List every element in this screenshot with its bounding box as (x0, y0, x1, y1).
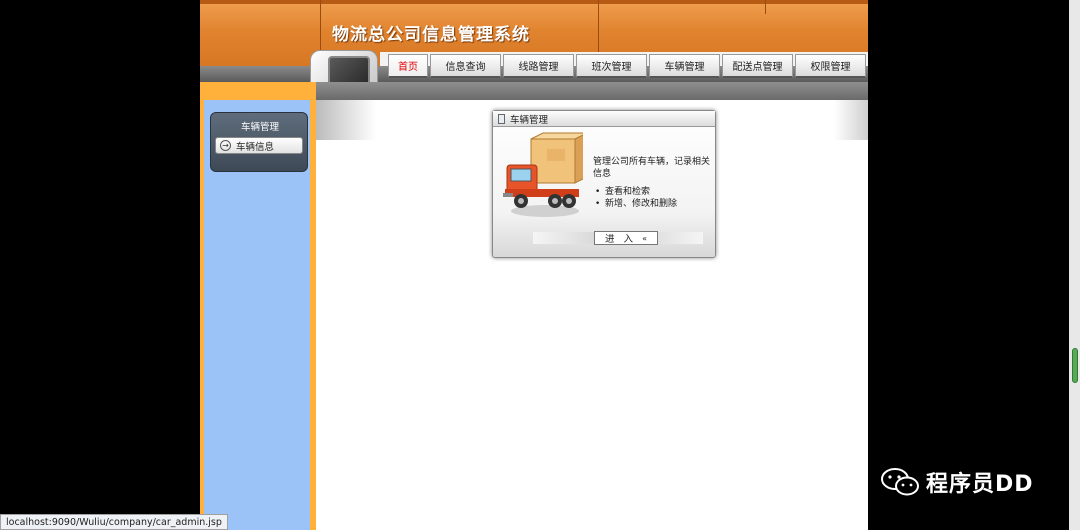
scrollbar[interactable] (1069, 0, 1080, 530)
tab-route-management[interactable]: 线路管理 (503, 54, 574, 78)
vehicle-management-panel: 车辆管理 管理公司所有车辆，记录相关信息 查看和检索 新增、修改和删除 进 入 … (492, 110, 716, 258)
chevron-left-icon: « (642, 233, 647, 243)
gray-band (316, 82, 868, 100)
tab-home[interactable]: 首页 (388, 54, 428, 78)
header-divider (320, 0, 321, 52)
panel-description: 管理公司所有车辆，记录相关信息 (593, 157, 711, 179)
list-item: 查看和检索 (593, 186, 677, 198)
main-nav: 首页 信息查询 线路管理 班次管理 车辆管理 配送点管理 权限管理 (388, 54, 866, 78)
scrollbar-thumb[interactable] (1072, 348, 1078, 383)
tab-delivery-point-management[interactable]: 配送点管理 (722, 54, 793, 78)
sidebar-title: 车辆管理 (240, 122, 279, 133)
enter-button-label: 进 入 (605, 234, 637, 245)
watermark: 程序员DD (880, 466, 1034, 498)
panel-feature-list: 查看和检索 新增、修改和删除 (593, 186, 677, 210)
wechat-icon (881, 468, 919, 496)
sidebar-item-vehicle-info[interactable]: → 车辆信息 (215, 137, 303, 154)
list-item: 新增、修改和删除 (593, 198, 677, 210)
arrow-right-icon: → (220, 140, 231, 151)
content-shadow (834, 100, 868, 140)
app-title: 物流总公司信息管理系统 (332, 25, 530, 45)
tab-permission-management[interactable]: 权限管理 (795, 54, 866, 78)
tab-shift-management[interactable]: 班次管理 (576, 54, 647, 78)
panel-title: 车辆管理 (510, 114, 549, 126)
watermark-text: 程序员DD (926, 472, 1034, 497)
tab-vehicle-management[interactable]: 车辆管理 (649, 54, 720, 78)
document-icon (498, 113, 505, 124)
header-top-line (200, 0, 868, 4)
truck-icon (503, 132, 583, 217)
status-bar-url: localhost:9090/Wuliu/company/car_admin.j… (0, 514, 228, 530)
header-divider (765, 0, 766, 14)
enter-button[interactable]: 进 入 « (594, 231, 658, 245)
content-shadow (316, 100, 376, 140)
header-divider (598, 0, 599, 52)
app-page: 物流总公司信息管理系统 首页 信息查询 线路管理 班次管理 车辆管理 配送点管理… (200, 0, 868, 530)
sidebar-menu: 车辆管理 → 车辆信息 (210, 112, 308, 172)
panel-header: 车辆管理 (493, 111, 715, 127)
tab-info-query[interactable]: 信息查询 (430, 54, 501, 78)
sidebar-item-label: 车辆信息 (236, 141, 275, 153)
